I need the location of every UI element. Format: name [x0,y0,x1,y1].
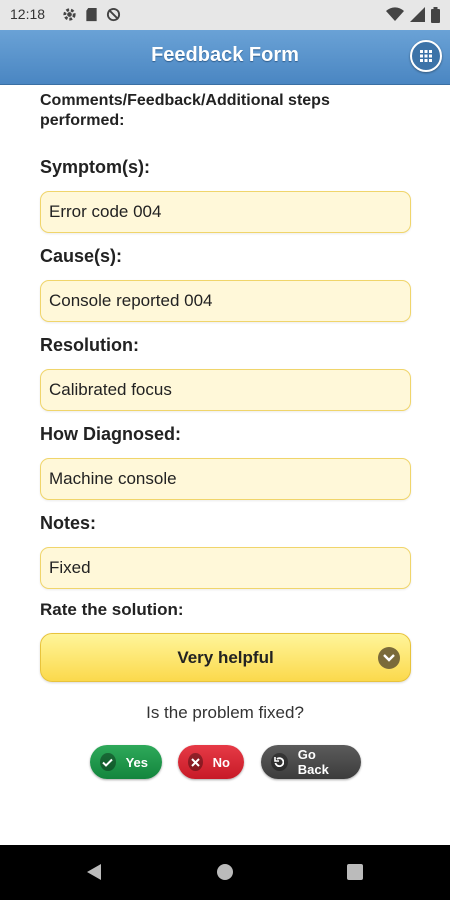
intro-heading: Comments/Feedback/Additional steps perfo… [40,92,330,129]
rating-value: Very helpful [177,648,274,667]
back-nav-icon[interactable] [86,863,104,881]
how-diagnosed-field[interactable]: Machine console [40,458,411,500]
yes-button[interactable]: Yes [90,745,162,779]
resolution-field[interactable]: Calibrated focus [40,369,411,411]
check-icon [100,753,116,771]
resolution-label: Resolution: [40,335,139,355]
status-bar: 12:18 [0,0,450,30]
gear-icon [63,8,76,21]
grid-menu-icon [420,50,432,62]
notes-field[interactable]: Fixed [40,547,411,589]
no-button[interactable]: No [178,745,244,779]
app-header: Feedback Form [0,30,450,85]
fixed-question: Is the problem fixed? [146,703,304,722]
grid-menu-button[interactable] [410,40,442,72]
system-nav-bar [0,845,450,900]
go-back-button-label: Go Back [297,747,329,777]
rating-label: Rate the solution: [40,600,184,619]
chevron-down-icon [378,647,400,669]
sd-card-icon [86,7,97,22]
notes-label: Notes: [40,513,97,533]
how-diagnosed-label: How Diagnosed: [40,424,182,444]
status-left-icons [62,7,121,22]
status-time: 12:18 [10,6,46,22]
recents-nav-icon[interactable] [346,863,364,881]
signal-icon [410,7,425,22]
causes-field[interactable]: Console reported 004 [40,280,411,322]
no-button-label: No [212,754,230,770]
go-back-button[interactable]: Go Back [261,745,361,779]
undo-icon [271,753,288,771]
status-right-icons [386,7,440,23]
wifi-icon [386,7,404,22]
yes-button-label: Yes [125,754,148,770]
causes-label: Cause(s): [40,246,123,266]
symptoms-label: Symptom(s): [40,157,151,177]
symptoms-field[interactable]: Error code 004 [40,191,411,233]
close-icon [188,753,203,771]
home-nav-icon[interactable] [216,863,234,881]
no-sync-icon [106,7,121,22]
page-title: Feedback Form [151,44,299,66]
rating-select[interactable]: Very helpful [40,633,411,682]
battery-icon [431,7,440,23]
